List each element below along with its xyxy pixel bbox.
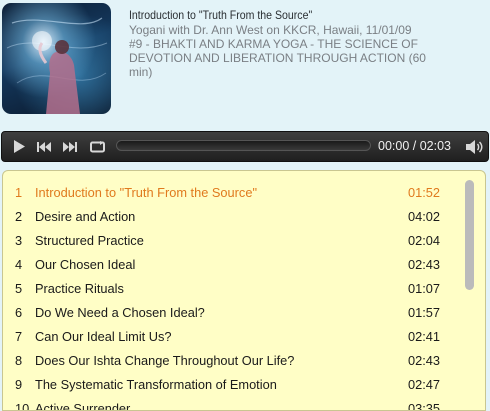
time-display: 00:00 / 02:03	[378, 139, 451, 153]
track-number: 1	[15, 185, 23, 200]
episode-title: Introduction to "Truth From the Source"	[129, 8, 313, 22]
episode-meta: Introduction to "Truth From the Source" …	[129, 8, 484, 79]
track-title: Introduction to "Truth From the Source"	[35, 185, 257, 200]
episode-description-line: DEVOTION AND LIBERATION THROUGH ACTION (…	[129, 51, 426, 65]
previous-track-button[interactable]	[33, 132, 55, 161]
playlist: 1 Introduction to "Truth From the Source…	[2, 170, 486, 411]
play-button[interactable]	[8, 132, 30, 161]
playlist-item[interactable]: 1 Introduction to "Truth From the Source…	[3, 181, 463, 205]
track-duration: 01:07	[408, 281, 441, 296]
track-duration: 03:35	[408, 401, 441, 411]
track-title: Practice Rituals	[35, 281, 124, 296]
track-number: 2	[15, 209, 23, 224]
playlist-item[interactable]: 8 Does Our Ishta Change Throughout Our L…	[3, 349, 463, 373]
playlist-item[interactable]: 9 The Systematic Transformation of Emoti…	[3, 373, 463, 397]
playlist-item[interactable]: 10 Active Surrender 03:35	[3, 397, 463, 411]
track-title: Can Our Ideal Limit Us?	[35, 329, 172, 344]
episode-host-line: Yogani with Dr. Ann West on KKCR, Hawaii…	[129, 23, 412, 37]
episode-description-line: min)	[129, 65, 153, 79]
progress-bar[interactable]	[116, 140, 371, 151]
track-number: 9	[15, 377, 23, 392]
track-title: Desire and Action	[35, 209, 136, 224]
track-duration: 02:41	[408, 329, 441, 344]
track-duration: 02:43	[408, 257, 441, 272]
next-icon	[63, 141, 77, 152]
previous-icon	[37, 141, 51, 152]
volume-button[interactable]	[464, 132, 486, 161]
volume-icon	[466, 139, 483, 154]
episode-thumbnail	[2, 3, 111, 114]
track-title: The Systematic Transformation of Emotion	[35, 377, 277, 392]
audio-player-bar: 00:00 / 02:03	[1, 131, 489, 162]
repeat-icon	[90, 140, 105, 152]
playlist-item[interactable]: 6 Do We Need a Chosen Ideal? 01:57	[3, 301, 463, 325]
track-number: 4	[15, 257, 23, 272]
playlist-item[interactable]: 7 Can Our Ideal Limit Us? 02:41	[3, 325, 463, 349]
track-number: 10	[15, 401, 30, 411]
track-number: 6	[15, 305, 23, 320]
playlist-item[interactable]: 5 Practice Rituals 01:07	[3, 277, 463, 301]
repeat-button[interactable]	[86, 132, 110, 161]
track-number: 8	[15, 353, 23, 368]
episode-header: Introduction to "Truth From the Source" …	[0, 0, 490, 130]
episode-description-line: #9 - BHAKTI AND KARMA YOGA - THE SCIENCE…	[129, 37, 418, 51]
track-title: Structured Practice	[35, 233, 144, 248]
track-title: Do We Need a Chosen Ideal?	[35, 305, 205, 320]
track-number: 7	[15, 329, 23, 344]
track-duration: 02:43	[408, 353, 441, 368]
track-duration: 04:02	[408, 209, 441, 224]
playlist-item[interactable]: 3 Structured Practice 02:04	[3, 229, 463, 253]
play-icon	[14, 140, 25, 153]
track-duration: 02:04	[408, 233, 441, 248]
track-duration: 02:47	[408, 377, 441, 392]
playlist-item[interactable]: 4 Our Chosen Ideal 02:43	[3, 253, 463, 277]
track-duration: 01:52	[408, 185, 441, 200]
track-duration: 01:57	[408, 305, 441, 320]
track-number: 5	[15, 281, 23, 296]
track-title: Does Our Ishta Change Throughout Our Lif…	[35, 353, 295, 368]
track-title: Active Surrender	[35, 401, 131, 411]
playlist-scrollbar-thumb[interactable]	[465, 180, 474, 290]
track-number: 3	[15, 233, 23, 248]
track-title: Our Chosen Ideal	[35, 257, 136, 272]
playlist-item[interactable]: 2 Desire and Action 04:02	[3, 205, 463, 229]
next-track-button[interactable]	[59, 132, 81, 161]
